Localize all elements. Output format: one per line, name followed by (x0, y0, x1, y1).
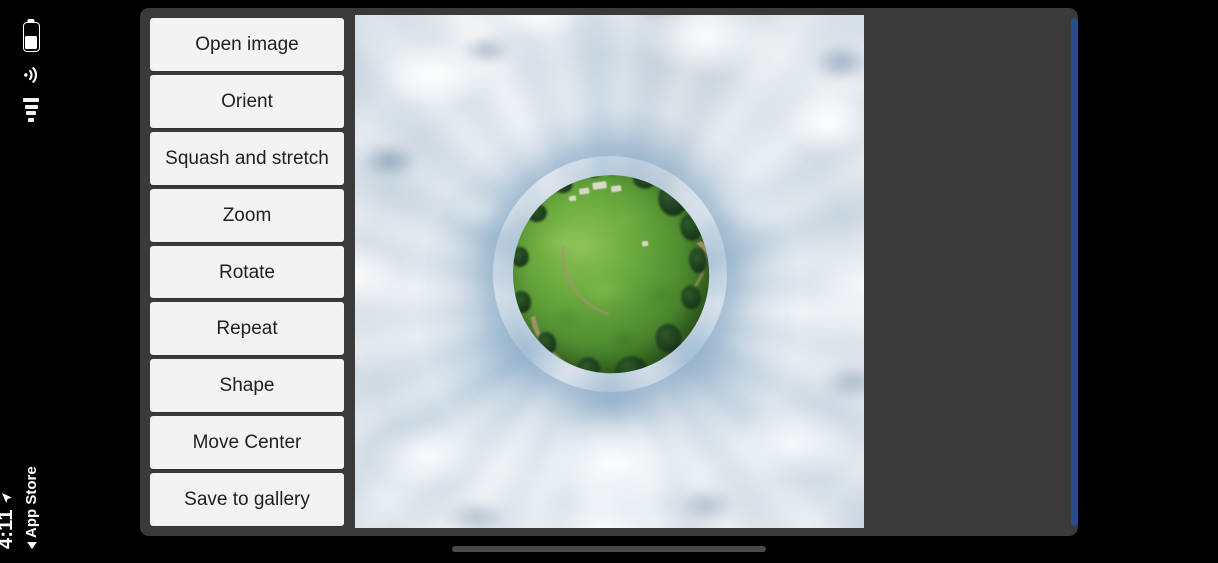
back-caret-icon (26, 542, 37, 549)
repeat-button[interactable]: Repeat (150, 302, 344, 356)
sun-glow (538, 404, 691, 518)
back-to-app-store-link[interactable]: App Store (23, 466, 40, 549)
planet-scene (355, 15, 864, 528)
status-bar-time: 4:11 (0, 509, 17, 549)
vertical-scroll-indicator[interactable] (1071, 18, 1078, 526)
save-to-gallery-button[interactable]: Save to gallery (150, 473, 344, 527)
location-arrow-icon (1, 493, 12, 504)
move-center-button[interactable]: Move Center (150, 416, 344, 470)
orient-button[interactable]: Orient (150, 74, 344, 128)
tree-cluster (500, 162, 722, 386)
open-image-button[interactable]: Open image (150, 18, 344, 71)
shape-button[interactable]: Shape (150, 359, 344, 413)
status-bar: 4:11 App Store (0, 0, 60, 563)
status-bar-time-group: 4:11 App Store (0, 419, 52, 549)
cellular-signal-icon (23, 98, 39, 122)
green-planet (499, 162, 722, 386)
battery-icon (22, 22, 40, 52)
wifi-icon (24, 67, 38, 83)
tool-button-column: Open image Orient Squash and stretch Zoo… (150, 18, 344, 527)
device-screen: 4:11 App Store Open image Orient Squash … (0, 0, 1218, 563)
tiny-planet-preview[interactable] (355, 15, 864, 528)
back-label: App Store (23, 466, 40, 538)
squash-and-stretch-button[interactable]: Squash and stretch (150, 131, 344, 185)
status-bar-icons (16, 22, 46, 122)
rotate-button[interactable]: Rotate (150, 245, 344, 299)
status-bar-time-row: 4:11 (0, 492, 18, 549)
zoom-button[interactable]: Zoom (150, 188, 344, 242)
app-panel: Open image Orient Squash and stretch Zoo… (140, 8, 1078, 536)
home-indicator[interactable] (452, 546, 766, 552)
